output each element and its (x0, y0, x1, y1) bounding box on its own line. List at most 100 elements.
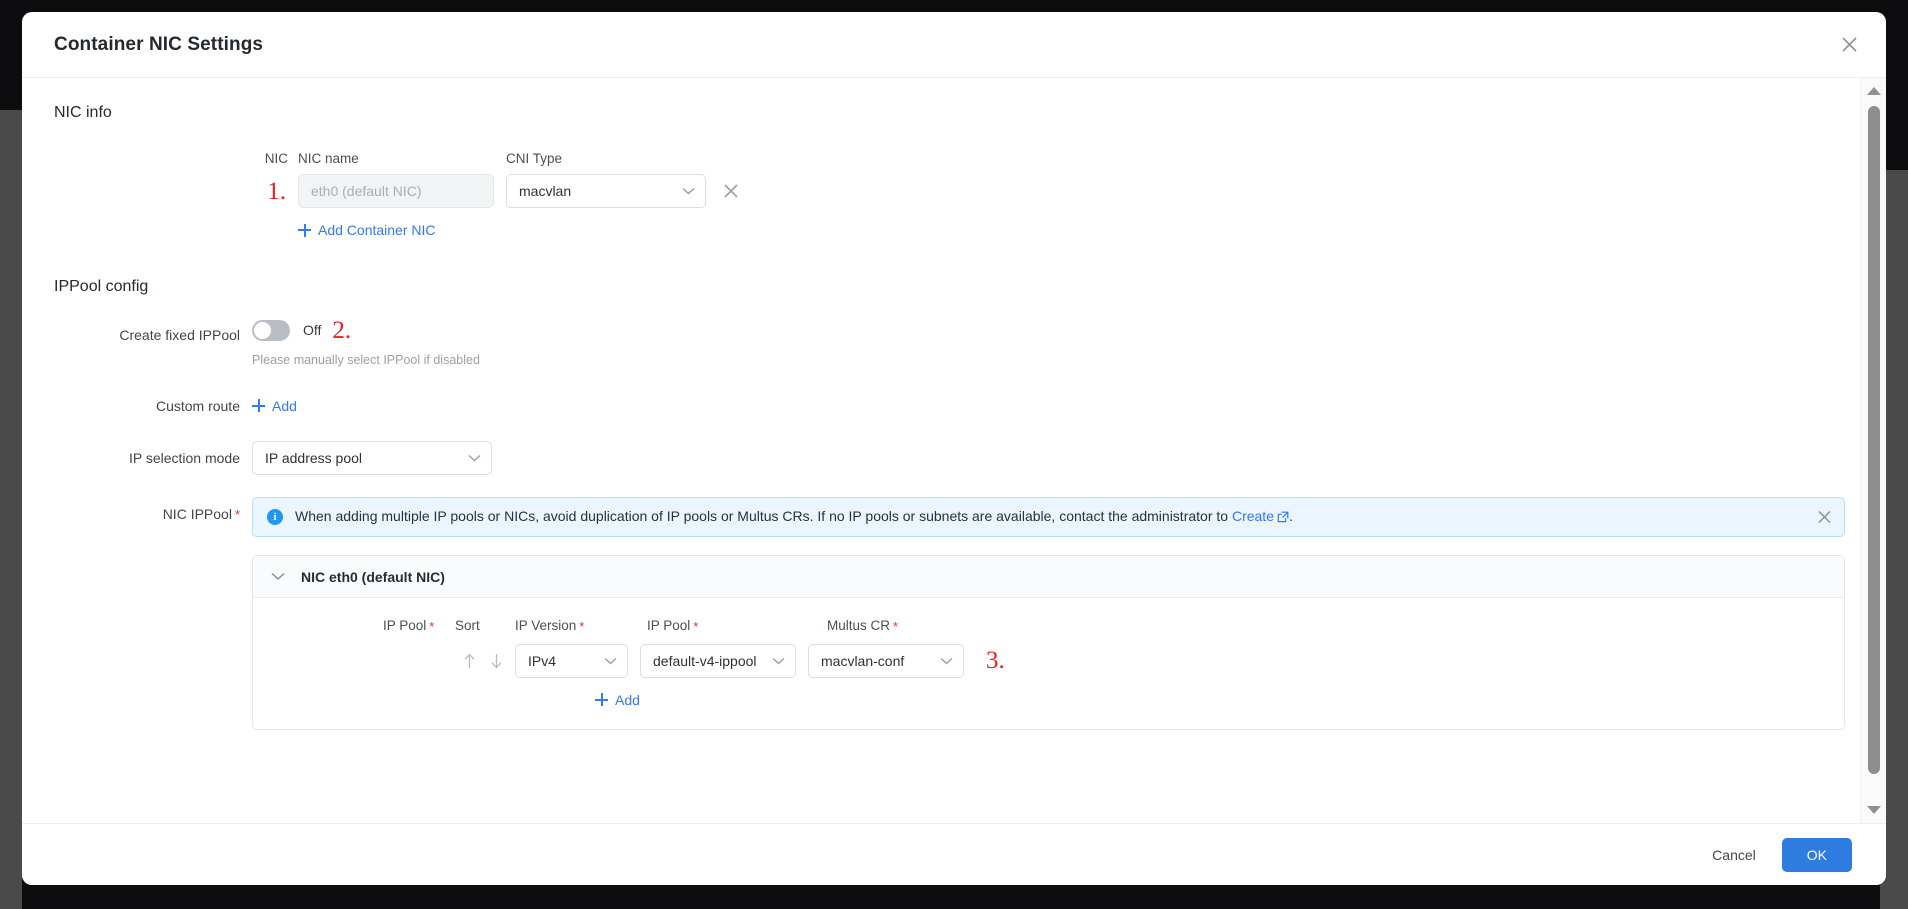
label-ip-selection-mode: IP selection mode (22, 441, 252, 475)
cni-type-select[interactable]: macvlan (506, 174, 706, 208)
ip-version-select[interactable]: IPv4 (515, 644, 628, 678)
cni-type-select-wrapper: macvlan (506, 174, 706, 208)
label-nic-ippool: NIC IPPool* (22, 497, 252, 532)
ip-version-select-wrapper: IPv4 (515, 644, 628, 678)
desktop-background: Container NIC Settings NIC info NIC NIC … (0, 0, 1908, 909)
info-banner-text: When adding multiple IP pools or NICs, a… (295, 506, 1293, 528)
toggle-state-label: Off (303, 322, 321, 338)
required-asterisk: * (429, 619, 434, 634)
ip-pool-value: default-v4-ippool (653, 653, 757, 669)
nic-ippool-card: NIC eth0 (default NIC) IP Pool* Sort IP … (252, 555, 1845, 730)
annotation-step-2: 2. (332, 318, 351, 343)
nic-name-field-wrapper: eth0 (default NIC) (298, 174, 494, 208)
annotation-step-3: 3. (986, 648, 1005, 673)
field-create-fixed-ippool: Create fixed IPPool Off 2. Please manual… (22, 318, 1860, 367)
column-header-nic-name: NIC name (298, 151, 506, 166)
info-banner-text-after: . (1289, 508, 1293, 524)
column-header-nic: NIC (252, 151, 298, 166)
nic-name-input[interactable]: eth0 (default NIC) (298, 174, 494, 208)
nic-card-header[interactable]: NIC eth0 (default NIC) (253, 556, 1844, 598)
add-ip-pool-label: Add (615, 692, 640, 708)
ip-selection-mode-select[interactable]: IP address pool (252, 441, 492, 475)
banner-close-icon[interactable] (1818, 511, 1831, 524)
table-row: IPv4 default-v4-ippool (253, 644, 1844, 678)
required-asterisk: * (579, 619, 584, 634)
chevron-down-icon (940, 657, 953, 665)
dialog-body-wrapper: NIC info NIC NIC name CNI Type 1. eth0 (… (22, 78, 1886, 823)
add-container-nic-button[interactable]: Add Container NIC (298, 222, 436, 238)
required-asterisk: * (893, 619, 898, 634)
external-link-icon[interactable] (1277, 508, 1289, 528)
arrow-up-icon[interactable] (463, 653, 476, 669)
column-header-multus-cr: Multus CR* (827, 618, 1007, 634)
scroll-down-arrow-icon[interactable] (1861, 799, 1886, 821)
nic-card-title: NIC eth0 (default NIC) (301, 569, 445, 585)
column-header-ip-version-text: IP Version (515, 618, 576, 633)
plus-icon (595, 693, 608, 706)
add-custom-route-button[interactable]: Add (252, 389, 297, 423)
toggle-knob (254, 322, 271, 339)
close-icon[interactable] (1834, 30, 1864, 60)
column-header-ip-pool: IP Pool* (647, 618, 827, 634)
field-nic-ippool: NIC IPPool* i When adding multiple IP po… (22, 497, 1860, 730)
create-fixed-ippool-toggle[interactable] (252, 320, 290, 341)
multus-cr-value: macvlan-conf (821, 653, 904, 669)
column-header-ip-version: IP Version* (515, 618, 647, 634)
remove-nic-button[interactable] (724, 184, 738, 198)
plus-icon (252, 399, 265, 412)
add-container-nic-row: Add Container NIC (252, 222, 1860, 242)
label-custom-route: Custom route (22, 389, 252, 423)
chevron-down-icon[interactable] (271, 572, 285, 581)
add-container-nic-label: Add Container NIC (318, 222, 436, 238)
column-header-multus-cr-text: Multus CR (827, 618, 890, 633)
nic-table-row: 1. eth0 (default NIC) macvlan (252, 174, 1860, 208)
field-custom-route: Custom route Add (22, 389, 1860, 426)
chevron-down-icon (468, 454, 481, 462)
cni-type-value: macvlan (519, 183, 571, 199)
page-title: Container NIC Settings (54, 34, 263, 56)
fixed-ippool-hint: Please manually select IPPool if disable… (252, 353, 1860, 367)
annotation-step-1: 1. (252, 179, 298, 204)
ok-button[interactable]: OK (1782, 838, 1852, 872)
cancel-button[interactable]: Cancel (1696, 839, 1772, 871)
arrow-down-icon[interactable] (490, 653, 503, 669)
dialog-footer: Cancel OK (22, 823, 1886, 885)
ip-pool-select[interactable]: default-v4-ippool (640, 644, 796, 678)
plus-icon (298, 224, 311, 237)
section-title-nic-info: NIC info (54, 104, 1860, 122)
pool-add-row: Add (253, 692, 1844, 712)
scroll-up-arrow-icon[interactable] (1861, 80, 1886, 102)
multus-cr-select[interactable]: macvlan-conf (808, 644, 964, 678)
scrollbar-thumb[interactable] (1868, 106, 1880, 774)
nic-table-header-row: NIC NIC name CNI Type 1. eth0 (default N… (22, 144, 1860, 242)
ip-version-value: IPv4 (528, 653, 556, 669)
sort-controls-cell (383, 653, 515, 669)
chevron-down-icon (682, 187, 695, 195)
multus-cr-select-wrapper: macvlan-conf (808, 644, 964, 678)
add-ip-pool-button[interactable]: Add (595, 692, 640, 708)
dialog-body: NIC info NIC NIC name CNI Type 1. eth0 (… (22, 78, 1860, 823)
chevron-down-icon (772, 657, 785, 665)
info-banner-text-before: When adding multiple IP pools or NICs, a… (295, 508, 1232, 524)
label-nic-ippool-text: NIC IPPool (163, 506, 232, 522)
column-header-sort: Sort (455, 618, 515, 633)
info-icon: i (267, 509, 283, 525)
chevron-down-icon (604, 657, 617, 665)
desktop-left-band (0, 110, 22, 909)
column-header-ip-pool-label-text: IP Pool (383, 618, 426, 633)
column-header-cni-type: CNI Type (506, 151, 728, 166)
column-header-ip-pool-text: IP Pool (647, 618, 690, 633)
required-asterisk: * (235, 507, 240, 522)
info-banner: i When adding multiple IP pools or NICs,… (252, 497, 1845, 537)
column-header-ip-pool-label: IP Pool* (383, 618, 455, 634)
section-title-ippool-config: IPPool config (54, 278, 1860, 296)
info-banner-create-link[interactable]: Create (1232, 508, 1274, 524)
pool-table-header-row: IP Pool* Sort IP Version* IP Pool* Multu… (253, 618, 1844, 634)
vertical-scrollbar[interactable] (1860, 78, 1886, 823)
required-asterisk: * (693, 619, 698, 634)
field-ip-selection-mode: IP selection mode IP address pool (22, 441, 1860, 475)
dialog-header: Container NIC Settings (22, 12, 1886, 78)
ip-pool-select-wrapper: default-v4-ippool (640, 644, 796, 678)
add-custom-route-label: Add (272, 389, 297, 423)
ip-selection-mode-value: IP address pool (265, 450, 362, 466)
